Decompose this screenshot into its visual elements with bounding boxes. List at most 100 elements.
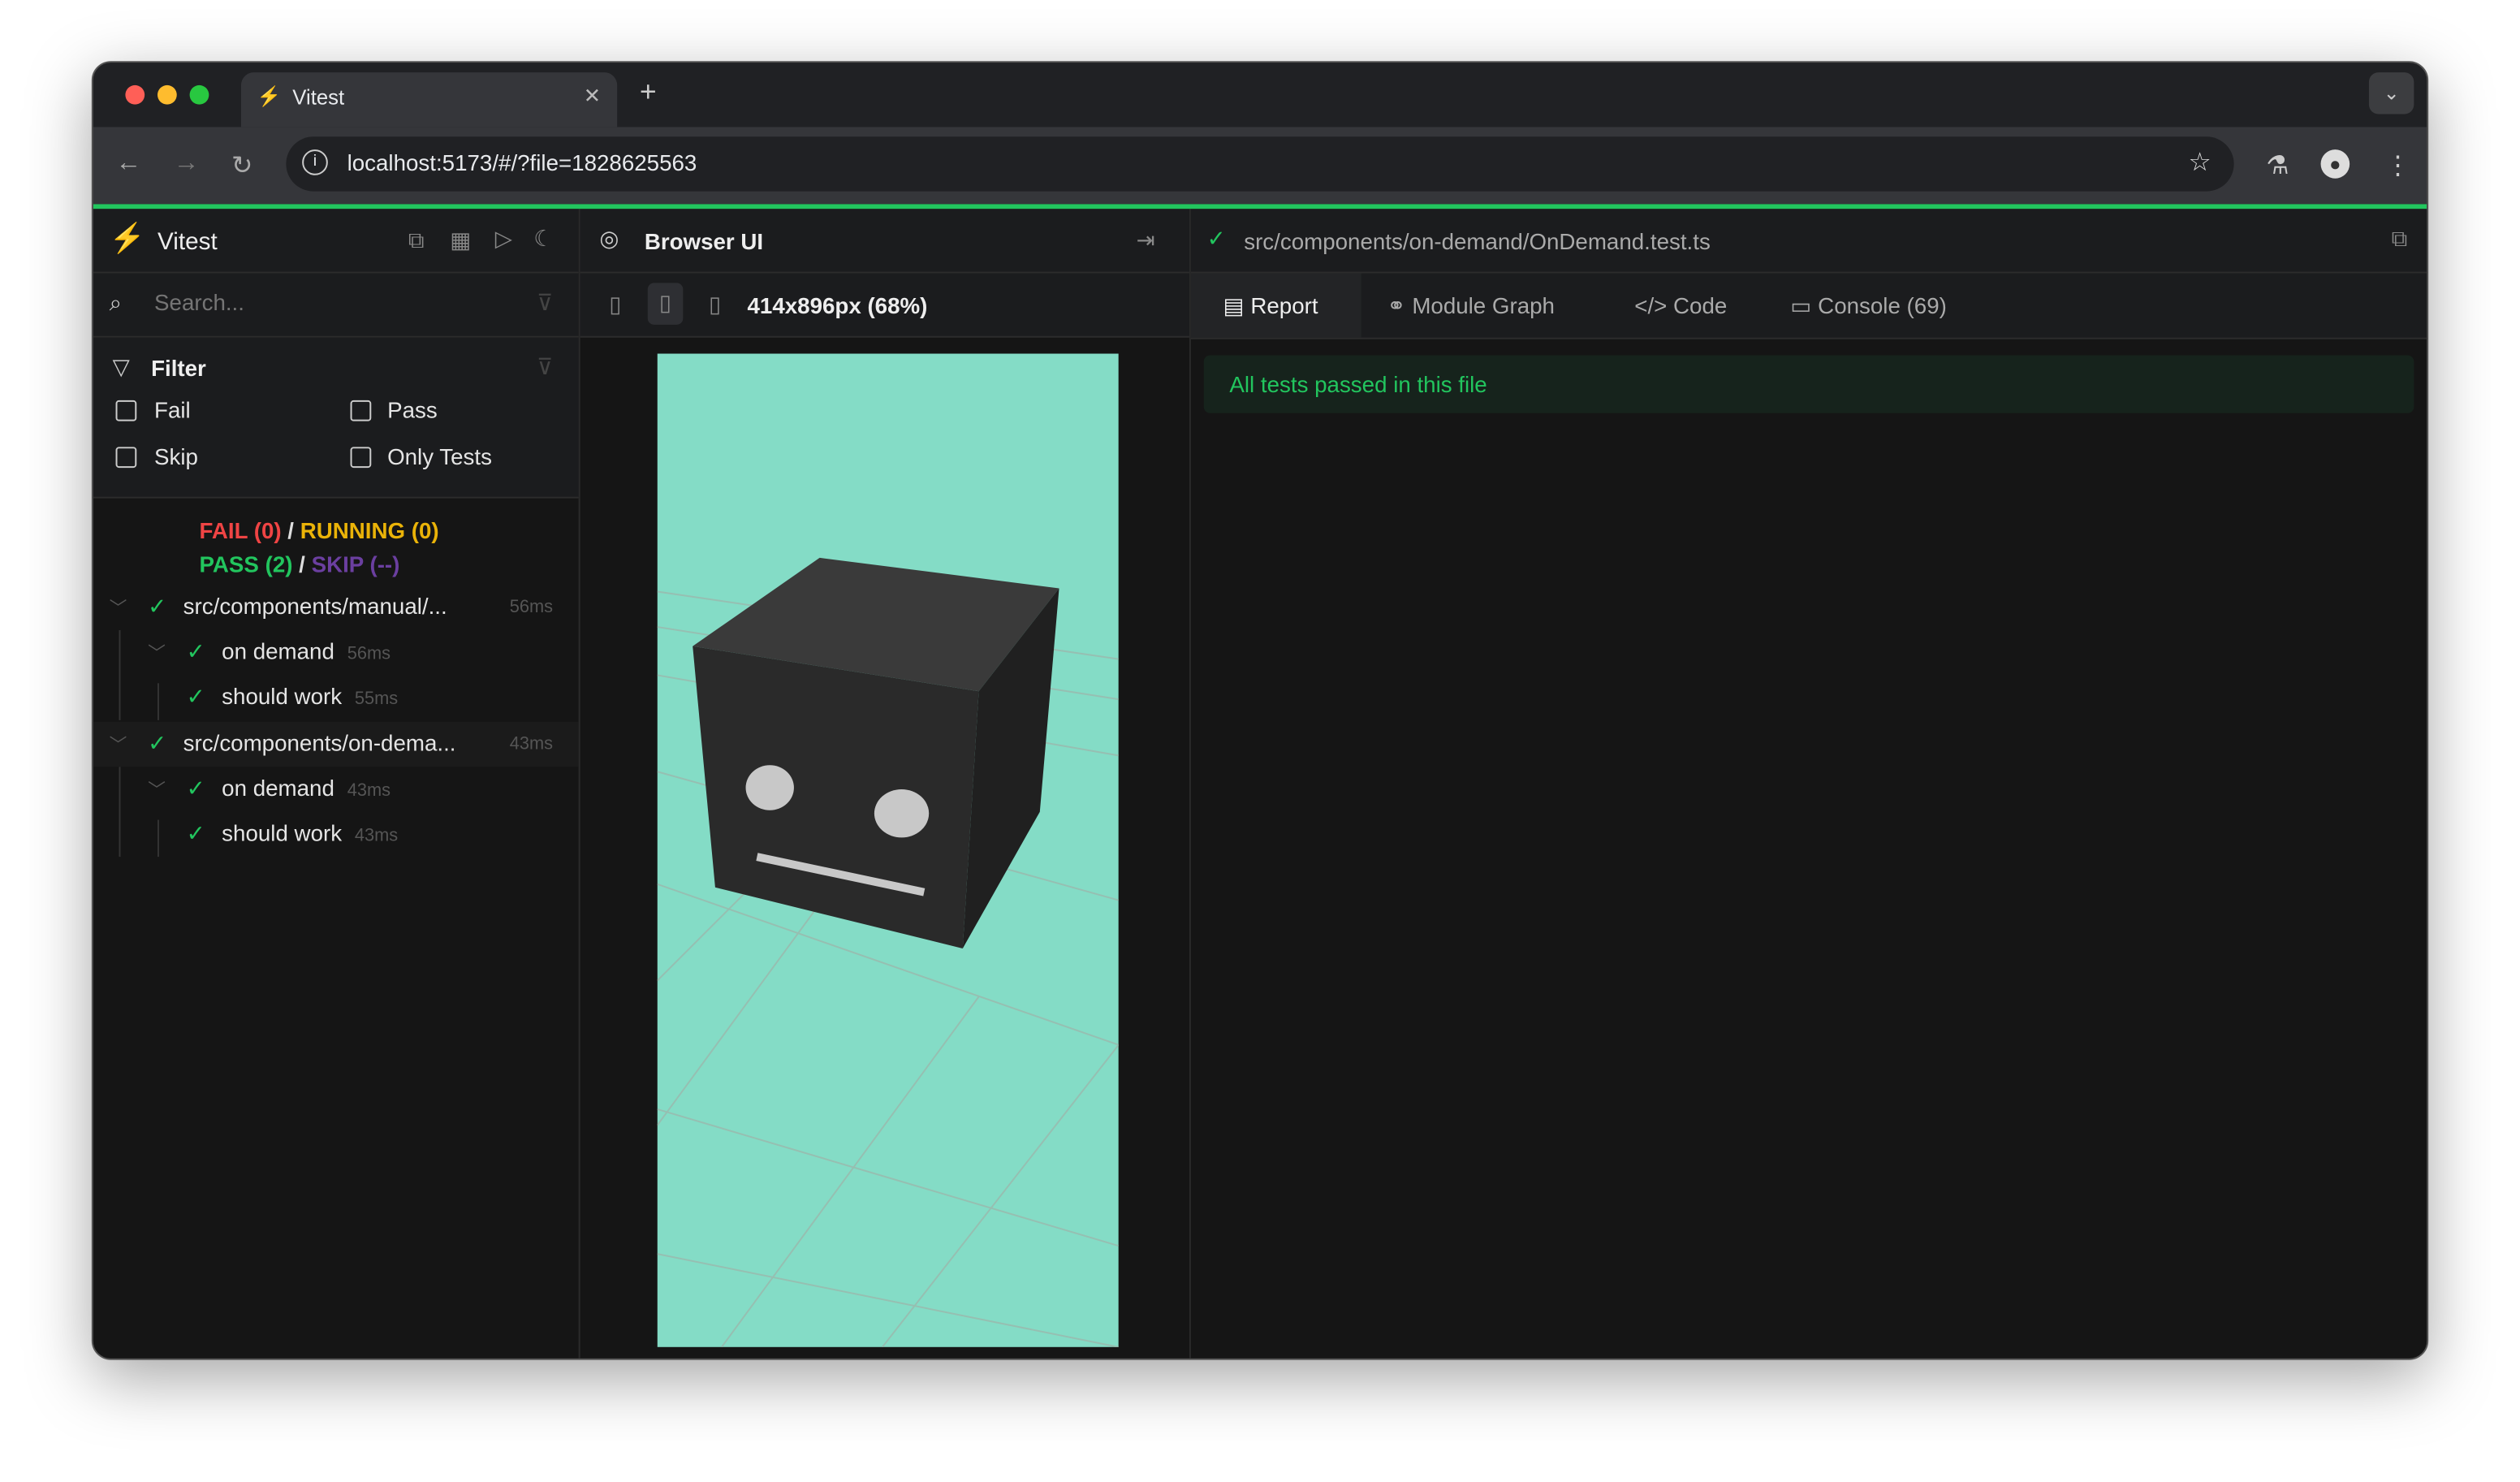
chevron-down-icon[interactable]: ﹀ <box>148 776 166 802</box>
desktop-icon[interactable]: ▯ <box>709 291 721 318</box>
test-preview-canvas[interactable] <box>657 353 1119 1347</box>
test-suite-row[interactable]: ﹀ ✓ on demand 56ms <box>93 630 579 675</box>
fail-checkbox[interactable] <box>115 400 137 421</box>
vitest-ui: ⚡ Vitest ⧉ ▦ ▷ ☾ ⌕ ⊽ ▽ Filter ⊽ Fail Pas… <box>93 209 2427 1359</box>
reload-icon[interactable]: ↻ <box>231 149 253 182</box>
check-icon: ✓ <box>148 729 167 756</box>
check-icon: ✓ <box>186 683 205 710</box>
forward-icon[interactable]: → <box>174 149 200 179</box>
search-icon: ⌕ <box>109 289 123 316</box>
tree-label: should work <box>222 819 343 846</box>
new-tab-button[interactable]: + <box>640 76 657 110</box>
tree-label: src/components/manual/... <box>183 593 447 620</box>
separator: / <box>299 551 305 577</box>
check-icon: ✓ <box>186 775 205 801</box>
tree-label: should work <box>222 683 343 710</box>
globe-icon: ◎ <box>599 225 619 251</box>
vitest-favicon-icon: ⚡ <box>257 84 282 108</box>
skip-label: Skip <box>154 443 198 470</box>
pass-label: Pass <box>387 396 438 423</box>
chevron-down-icon[interactable]: ﹀ <box>110 594 127 620</box>
browser-ui-header: ◎ Browser UI ⇥ <box>580 209 1189 274</box>
hide-panel-icon[interactable]: ⇥ <box>1137 227 1155 254</box>
maximize-window-button[interactable] <box>189 84 209 105</box>
cube-eye <box>745 765 794 810</box>
file-path: src/components/on-demand/OnDemand.test.t… <box>1244 228 1711 254</box>
chevron-down-icon[interactable]: ﹀ <box>148 640 166 666</box>
tree-label: on demand <box>222 775 334 801</box>
site-info-icon[interactable]: i <box>302 149 328 175</box>
tablet-icon[interactable]: ▯ <box>647 283 684 325</box>
dashboard-icon[interactable]: ▦ <box>450 227 471 254</box>
check-icon: ✓ <box>186 819 205 846</box>
labs-flask-icon[interactable]: ⚗ <box>2266 149 2289 182</box>
tree-label: src/components/on-dema... <box>183 729 456 756</box>
tab-console[interactable]: ▭ Console (69) <box>1790 274 1947 338</box>
test-case-row[interactable]: ✓ should work 55ms <box>93 675 579 719</box>
skip-count: SKIP (--) <box>311 551 400 577</box>
back-icon[interactable]: ← <box>116 149 142 179</box>
more-menu-icon[interactable]: ⋮ <box>2385 149 2411 182</box>
app-name: Vitest <box>158 228 218 256</box>
tab-search-button[interactable]: ⌄ <box>2368 72 2414 114</box>
minimize-window-button[interactable] <box>158 84 177 105</box>
tab-bar: ⚡ Vitest ✕ + ⌄ <box>93 63 2427 127</box>
tab-module-graph[interactable]: ⚭ Module Graph <box>1387 274 1555 338</box>
only-tests-label: Only Tests <box>387 443 492 470</box>
url-text: localhost:5173/#/?file=1828625563 <box>347 149 697 175</box>
duration: 56ms <box>347 644 391 664</box>
address-bar-row: ← → ↻ i localhost:5173/#/?file=182862556… <box>93 127 2427 205</box>
filter-title: Filter <box>151 355 206 382</box>
check-icon: ✓ <box>1206 225 1226 251</box>
tab-label: Code <box>1673 292 1728 318</box>
vitest-logo-icon: ⚡ <box>109 222 145 254</box>
test-summary: FAIL (0) / RUNNING (0) PASS (2) / SKIP (… <box>199 514 438 581</box>
collapse-all-icon[interactable]: ⧉ <box>408 227 425 254</box>
search-bar: ⌕ ⊽ <box>93 273 579 338</box>
tab-report[interactable]: ▤ Report <box>1190 273 1361 338</box>
open-external-icon[interactable]: ⧉ <box>2392 225 2408 253</box>
browser-tab[interactable]: ⚡ Vitest ✕ <box>240 72 618 127</box>
filter-panel: ▽ Filter ⊽ Fail Pass Skip Only Tests <box>93 337 579 499</box>
status-banner: All tests passed in this file <box>1203 355 2414 413</box>
duration: 56ms <box>509 598 553 618</box>
pass-checkbox[interactable] <box>350 400 372 421</box>
test-case-row[interactable]: ✓ should work 43ms <box>93 812 579 857</box>
file-header: ✓ src/components/on-demand/OnDemand.test… <box>1190 209 2427 274</box>
url-field[interactable]: i localhost:5173/#/?file=1828625563 ☆ <box>286 136 2234 192</box>
running-count: RUNNING (0) <box>300 517 439 544</box>
test-file-row[interactable]: ﹀ ✓ src/components/on-dema... 43ms <box>93 721 579 767</box>
fail-count: FAIL (0) <box>199 517 282 544</box>
dark-mode-icon[interactable]: ☾ <box>533 225 554 253</box>
mobile-icon[interactable]: ▯ <box>609 291 621 318</box>
run-all-icon[interactable]: ▷ <box>495 225 512 253</box>
tab-label: Console (69) <box>1818 292 1947 318</box>
bookmark-star-icon[interactable]: ☆ <box>2189 146 2211 179</box>
only-tests-checkbox[interactable] <box>350 447 372 469</box>
duration: 43ms <box>347 781 391 801</box>
tab-label: Report <box>1250 292 1318 318</box>
pass-count: PASS (2) <box>199 551 293 577</box>
clear-search-icon[interactable]: ⊽ <box>537 289 553 317</box>
viewport-size: 414x896px (68%) <box>747 292 928 318</box>
browser-ui-title: Browser UI <box>644 228 764 254</box>
clear-filter-icon[interactable]: ⊽ <box>537 354 553 382</box>
close-window-button[interactable] <box>125 84 145 105</box>
filter-icon: ▽ <box>112 353 130 380</box>
tab-code[interactable]: </> Code <box>1634 274 1727 338</box>
chevron-down-icon[interactable]: ﹀ <box>110 732 127 758</box>
close-tab-icon[interactable]: ✕ <box>584 84 602 110</box>
search-input[interactable] <box>154 289 508 316</box>
tab-title: Vitest <box>292 84 345 110</box>
test-suite-row[interactable]: ﹀ ✓ on demand 43ms <box>93 767 579 811</box>
profile-icon[interactable]: ● <box>2320 149 2350 179</box>
viewport-toolbar: ▯ ▯ ▯ 414x896px (68%) <box>580 273 1189 338</box>
browser-ui-panel: ◎ Browser UI ⇥ ▯ ▯ ▯ 414x896px (68%) <box>580 209 1191 1359</box>
sidebar-header: ⚡ Vitest ⧉ ▦ ▷ ☾ <box>93 209 579 274</box>
detail-tabs: ▤ Report ⚭ Module Graph </> Code ▭ Conso… <box>1190 273 2427 339</box>
cube-eye <box>874 789 930 838</box>
check-icon: ✓ <box>186 637 205 664</box>
test-file-row[interactable]: ﹀ ✓ src/components/manual/... 56ms <box>93 585 579 630</box>
skip-checkbox[interactable] <box>115 447 137 469</box>
tab-label: Module Graph <box>1412 292 1555 318</box>
